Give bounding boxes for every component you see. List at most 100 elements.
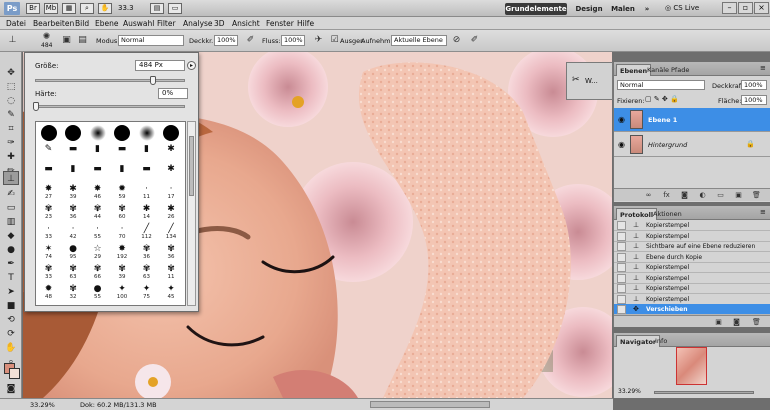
view-extras-icon[interactable]: ▦ xyxy=(62,3,76,14)
status-zoom[interactable]: 33.29% xyxy=(30,401,55,409)
brush-preset[interactable]: ▬ xyxy=(87,164,108,181)
tab-pfade[interactable]: Pfade xyxy=(668,64,692,76)
menu-fenster[interactable]: Fenster xyxy=(266,19,294,28)
menu-3d[interactable]: 3D xyxy=(214,19,225,28)
brush-preset[interactable]: · 42 xyxy=(63,224,84,241)
brush-preset[interactable]: ✸ 27 xyxy=(38,184,59,201)
lasso-tool-icon[interactable]: ◌ xyxy=(3,94,19,108)
brush-preset[interactable]: ✦ 100 xyxy=(112,284,133,301)
layer-row[interactable]: ◉ Ebene 1 xyxy=(614,108,770,132)
brush-preset[interactable]: ✱ xyxy=(161,144,182,161)
brush-preset[interactable]: ✦ 45 xyxy=(161,284,182,301)
pen-tool-icon[interactable]: ✒ xyxy=(3,257,19,271)
brush-preset[interactable]: ● 95 xyxy=(63,244,84,261)
brush-preset[interactable]: ✱ 26 xyxy=(161,204,182,221)
brush-preset[interactable]: ✾ 36 xyxy=(63,204,84,221)
blur-tool-icon[interactable]: ◆ xyxy=(3,229,19,243)
brush-preset[interactable]: ✹ 48 xyxy=(38,284,59,301)
new-snapshot-icon[interactable]: ◙ xyxy=(732,318,741,327)
brush-hardness-slider[interactable] xyxy=(33,102,185,111)
history-source-checkbox[interactable] xyxy=(617,284,626,293)
brush-preset[interactable] xyxy=(136,124,157,141)
brush-preset[interactable]: ✸ 46 xyxy=(87,184,108,201)
navigator-zoom-slider[interactable] xyxy=(654,391,754,394)
history-source-checkbox[interactable] xyxy=(617,294,626,304)
visibility-eye-icon[interactable]: ◉ xyxy=(618,115,625,124)
menu-datei[interactable]: Datei xyxy=(6,19,26,28)
layer-mask-icon[interactable]: ◙ xyxy=(680,191,689,200)
cs-live-button[interactable]: ◎ CS Live xyxy=(665,3,719,14)
brush-preset[interactable]: ▮ xyxy=(136,144,157,161)
brush-hardness-field[interactable]: 0% xyxy=(158,88,188,99)
layer-style-icon[interactable]: fx xyxy=(662,191,671,200)
eyedropper-tool-icon[interactable]: ✑ xyxy=(3,136,19,150)
brush-preset[interactable]: ╱ 134 xyxy=(161,224,182,241)
lock-icons[interactable]: ▢ ✎ ✥ 🔒 xyxy=(645,95,679,103)
brush-preset[interactable]: · 33 xyxy=(38,224,59,241)
brush-preset[interactable]: ☆ 29 xyxy=(87,244,108,261)
brush-preset[interactable]: ▬ xyxy=(63,144,84,161)
3d-rotate-tool-icon[interactable]: ⟲ xyxy=(3,313,19,327)
type-tool-icon[interactable]: T xyxy=(3,271,19,285)
marquee-tool-icon[interactable]: ⬚ xyxy=(3,80,19,94)
brush-size-slider-thumb[interactable] xyxy=(150,76,156,85)
brush-preset[interactable]: ✦ 75 xyxy=(136,284,157,301)
bridge-icon[interactable]: Br xyxy=(26,3,40,14)
navigator-zoom-field[interactable]: 33.29% xyxy=(618,387,641,396)
brush-preset[interactable]: ✹ 59 xyxy=(112,184,133,201)
pressure-size-icon[interactable]: ✐ xyxy=(468,34,481,47)
brush-preset[interactable]: ✎ xyxy=(38,144,59,161)
brush-preset[interactable]: ✶ 74 xyxy=(38,244,59,261)
brush-preset[interactable]: ✾ 23 xyxy=(38,204,59,221)
history-source-checkbox[interactable] xyxy=(617,273,626,283)
history-state[interactable]: ⊥ Kopierstempel xyxy=(614,294,770,305)
eraser-tool-icon[interactable]: ▭ xyxy=(3,201,19,215)
move-tool-icon[interactable]: ✥ xyxy=(3,66,19,80)
history-state[interactable]: ✥ Verschieben xyxy=(614,304,770,315)
tab-info[interactable]: Info xyxy=(652,335,670,347)
new-document-from-state-icon[interactable]: ▣ xyxy=(714,318,723,327)
clone-stamp-tool-icon[interactable]: ⊥ xyxy=(3,171,19,185)
brush-preset[interactable] xyxy=(63,124,84,141)
brush-preset[interactable]: ✾ 36 xyxy=(161,244,182,261)
blend-mode-select[interactable]: Normal xyxy=(617,80,705,90)
brush-preset-scrollbar[interactable] xyxy=(187,121,196,306)
airbrush-icon[interactable]: ✈ xyxy=(312,34,325,47)
delete-state-icon[interactable]: 🗑 xyxy=(752,318,761,327)
brush-panel-icon[interactable]: ▣ xyxy=(60,34,73,47)
brush-preset[interactable]: ● 55 xyxy=(87,284,108,301)
dodge-tool-icon[interactable]: ● xyxy=(3,243,19,257)
background-color-swatch[interactable] xyxy=(9,368,20,379)
menu-auswahl[interactable]: Auswahl xyxy=(123,19,154,28)
tab-aktionen[interactable]: Aktionen xyxy=(650,208,685,220)
collapsed-panel[interactable]: ✂ W... xyxy=(566,62,613,100)
history-state[interactable]: ⊥ Ebene durch Kopie xyxy=(614,252,770,263)
brush-preset[interactable]: ✾ 66 xyxy=(87,264,108,281)
hand-tool-icon[interactable]: ✋ xyxy=(98,3,112,14)
history-state[interactable]: ⊥ Kopierstempel xyxy=(614,262,770,273)
brush-preset[interactable]: ✱ 14 xyxy=(136,204,157,221)
history-source-checkbox[interactable] xyxy=(617,242,626,251)
pressure-opacity-icon[interactable]: ✐ xyxy=(244,34,257,47)
gradient-tool-icon[interactable]: ▥ xyxy=(3,215,19,229)
brush-preset[interactable]: ✾ 60 xyxy=(112,204,133,221)
brush-preset[interactable]: · 70 xyxy=(112,224,133,241)
healing-brush-tool-icon[interactable]: ✚ xyxy=(3,150,19,164)
brush-preset[interactable] xyxy=(87,124,108,141)
adjustment-layer-icon[interactable]: ◐ xyxy=(698,191,707,200)
brush-preset[interactable]: · 11 xyxy=(136,184,157,201)
quick-mask-icon[interactable]: ◙ xyxy=(3,382,19,396)
aufnehm-select[interactable]: Aktuelle Ebene xyxy=(391,35,447,46)
brush-preset[interactable]: · 17 xyxy=(161,184,182,201)
workspace-grundelemente-button[interactable]: Grundelemente xyxy=(505,3,567,15)
clone-stamp-tool-preset-icon[interactable]: ⊥ xyxy=(6,34,19,47)
brush-preset[interactable]: · 55 xyxy=(87,224,108,241)
workspace-malen-button[interactable]: Malen xyxy=(608,3,638,15)
modus-select[interactable]: Normal xyxy=(118,35,184,46)
3d-orbit-tool-icon[interactable]: ⟳ xyxy=(3,327,19,341)
workspace-more-button[interactable]: » xyxy=(642,3,652,15)
history-state[interactable]: ⊥ Kopierstempel xyxy=(614,220,770,231)
ignore-adjustment-layers-icon[interactable]: ⊘ xyxy=(450,34,463,47)
brush-preset[interactable]: ▬ xyxy=(112,144,133,161)
brush-picker-menu-button[interactable]: ▸ xyxy=(187,61,196,70)
